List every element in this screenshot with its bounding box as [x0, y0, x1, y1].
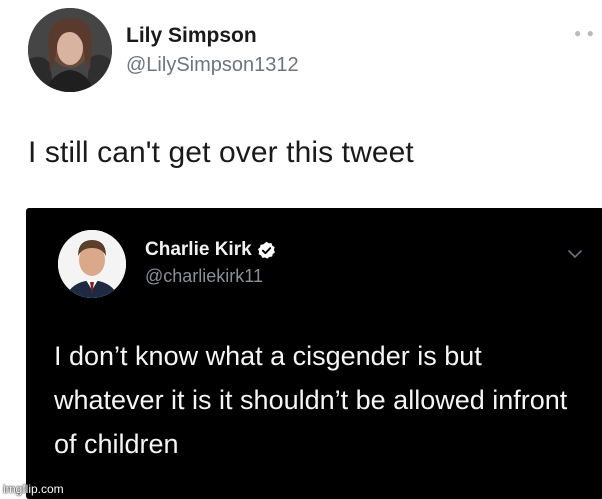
avatar-photo	[28, 8, 112, 92]
author-handle[interactable]: @LilySimpson1312	[126, 54, 299, 77]
verified-badge-icon	[257, 241, 276, 260]
chevron-down-icon[interactable]	[568, 246, 582, 258]
watermark: imgflip.com	[3, 482, 64, 496]
more-dots-icon[interactable]: ● ●	[574, 26, 595, 40]
tweet-text: I still can't get over this tweet	[28, 136, 414, 169]
avatar-photo	[58, 230, 126, 298]
author-handle[interactable]: @charliekirk11	[145, 266, 263, 287]
avatar[interactable]	[28, 8, 112, 92]
outer-tweet: Lily Simpson @LilySimpson1312 ● ● I stil…	[0, 0, 602, 499]
embedded-tweet[interactable]: Charlie Kirk @charliekirk11 I don’t know…	[26, 208, 602, 499]
author-name[interactable]: Charlie Kirk	[145, 239, 276, 261]
author-name-text: Charlie Kirk	[145, 239, 252, 260]
author-name[interactable]: Lily Simpson	[126, 24, 257, 48]
tweet-text: I don’t know what a cisgender is but wha…	[54, 341, 568, 459]
avatar[interactable]	[58, 230, 126, 298]
